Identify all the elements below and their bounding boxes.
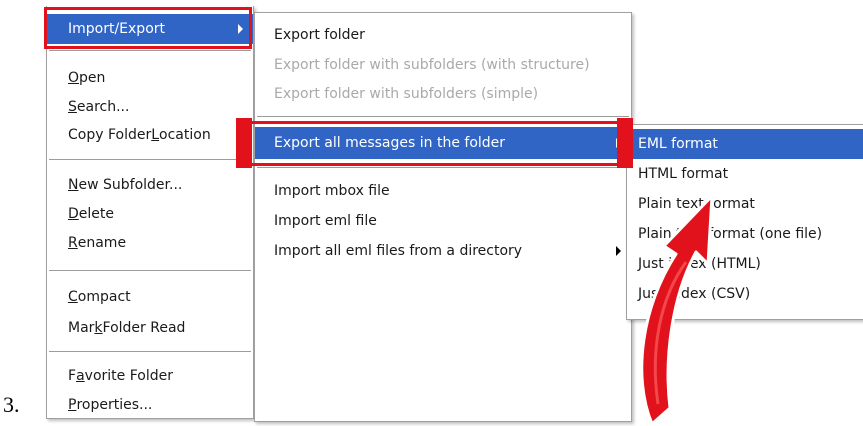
menu-item-eml-format[interactable]: EML format	[627, 129, 863, 159]
submenu-arrow-icon	[616, 246, 621, 256]
menu-item-properties[interactable]: Properties...	[47, 390, 253, 420]
menu-item-import-export[interactable]: Import/Export	[47, 14, 253, 44]
submenu-arrow-icon	[616, 138, 621, 148]
menu-item-plain-text-one-file[interactable]: Plain text format (one file)	[627, 219, 863, 249]
menu-item-export-folder-simple: Export folder with subfolders (simple)	[274, 86, 539, 102]
menu-separator	[257, 116, 629, 118]
menu-item-copy-folder-location[interactable]: Copy Folder Location	[47, 120, 253, 150]
step-number: 3.	[3, 392, 20, 417]
menu-item-rename[interactable]: Rename	[47, 228, 253, 258]
menu-separator	[49, 50, 251, 52]
menu-separator	[49, 351, 251, 353]
menu-item-compact[interactable]: Compact	[47, 282, 253, 312]
menu-separator	[49, 159, 251, 161]
folder-context-menu: Import/Export Open Search... Copy Folder…	[46, 6, 254, 419]
menu-item-new-subfolder[interactable]: New Subfolder...	[47, 170, 253, 200]
menu-item-open[interactable]: Open	[47, 63, 253, 93]
menu-item-plain-text-format[interactable]: Plain text format	[627, 189, 863, 219]
submenu-arrow-icon	[238, 24, 243, 34]
export-format-submenu: EML format HTML format Plain text format…	[626, 124, 863, 320]
menu-item-import-eml[interactable]: Import eml file	[255, 206, 631, 236]
menu-separator	[49, 270, 251, 272]
menu-item-html-format[interactable]: HTML format	[627, 159, 863, 189]
menu-item-import-mbox[interactable]: Import mbox file	[255, 176, 631, 206]
menu-item-just-index-csv[interactable]: Just index (CSV)	[627, 279, 863, 309]
menu-item-export-folder[interactable]: Export folder	[255, 20, 631, 50]
menu-item-export-folder-with-structure: Export folder with subfolders (with stru…	[274, 57, 590, 73]
menu-item-search[interactable]: Search...	[47, 92, 253, 122]
menu-separator	[257, 167, 629, 169]
menu-item-delete[interactable]: Delete	[47, 199, 253, 229]
menu-item-export-all-messages[interactable]: Export all messages in the folder	[255, 127, 631, 159]
menu-item-import-eml-directory[interactable]: Import all eml files from a directory	[255, 236, 631, 266]
menu-item-mark-folder-read[interactable]: Mar k Folder Read	[47, 313, 253, 343]
menu-item-just-index-html[interactable]: Just index (HTML)	[627, 249, 863, 279]
menu-item-label: Import/Export	[68, 21, 166, 37]
menu-item-favorite-folder[interactable]: Fa vorite Folder	[47, 361, 253, 391]
import-export-submenu: Export folder Export folder with subfold…	[254, 12, 632, 422]
